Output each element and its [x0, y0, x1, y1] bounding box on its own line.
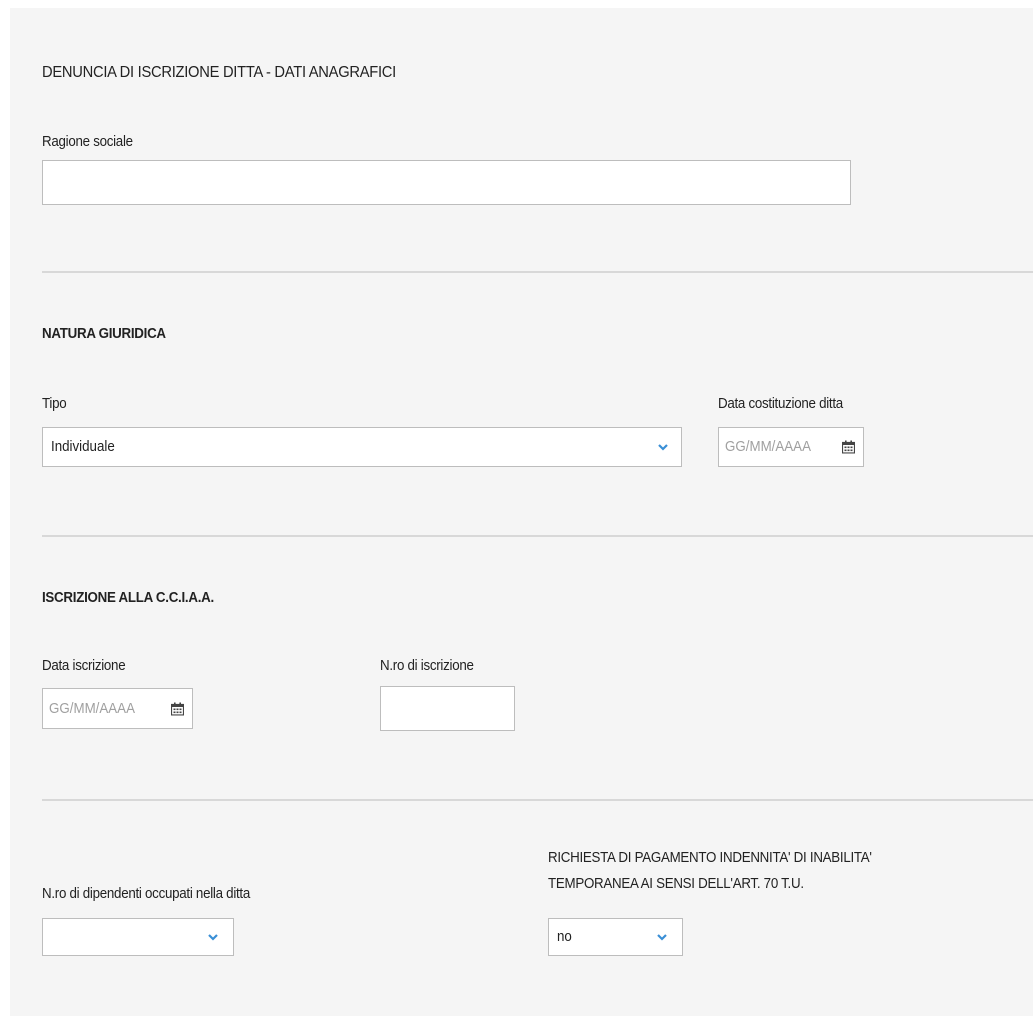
data-iscrizione-field[interactable]: GG/MM/AAAA: [42, 688, 193, 729]
chevron-down-icon: [658, 444, 668, 451]
data-costituzione-placeholder: GG/MM/AAAA: [725, 439, 811, 455]
numero-iscrizione-input[interactable]: [381, 687, 514, 730]
dipendenti-select[interactable]: [42, 918, 234, 956]
divider: [42, 271, 1033, 273]
divider: [42, 535, 1033, 537]
calendar-icon[interactable]: [842, 440, 855, 454]
ragione-sociale-label: Ragione sociale: [42, 134, 133, 150]
ragione-sociale-field[interactable]: [42, 160, 851, 205]
tipo-label: Tipo: [42, 396, 67, 412]
data-costituzione-field[interactable]: GG/MM/AAAA: [718, 427, 864, 467]
divider: [42, 799, 1033, 801]
tipo-selected-value: Individuale: [51, 439, 115, 455]
form-panel: DENUNCIA DI ISCRIZIONE DITTA - DATI ANAG…: [10, 8, 1033, 1016]
dipendenti-label: N.ro di dipendenti occupati nella ditta: [42, 886, 251, 902]
natura-giuridica-title: NATURA GIURIDICA: [42, 326, 166, 342]
richiesta-pagamento-label-line1: RICHIESTA DI PAGAMENTO INDENNITA' DI INA…: [548, 850, 872, 866]
data-iscrizione-label: Data iscrizione: [42, 658, 126, 674]
data-iscrizione-placeholder: GG/MM/AAAA: [49, 700, 135, 717]
numero-iscrizione-field[interactable]: [380, 686, 515, 731]
iscrizione-cciaa-title: ISCRIZIONE ALLA C.C.I.A.A.: [42, 590, 214, 606]
calendar-icon[interactable]: [171, 702, 184, 715]
data-costituzione-label: Data costituzione ditta: [718, 396, 843, 412]
chevron-down-icon: [208, 934, 218, 941]
numero-iscrizione-label: N.ro di iscrizione: [380, 658, 474, 674]
richiesta-pagamento-select[interactable]: no: [548, 918, 683, 956]
richiesta-pagamento-label-line2: TEMPORANEA AI SENSI DELL'ART. 70 T.U.: [548, 876, 804, 892]
richiesta-pagamento-selected-value: no: [557, 929, 572, 945]
page-title: DENUNCIA DI ISCRIZIONE DITTA - DATI ANAG…: [42, 64, 396, 81]
tipo-select[interactable]: Individuale: [42, 427, 682, 467]
chevron-down-icon: [657, 934, 667, 941]
ragione-sociale-input[interactable]: [43, 161, 850, 204]
